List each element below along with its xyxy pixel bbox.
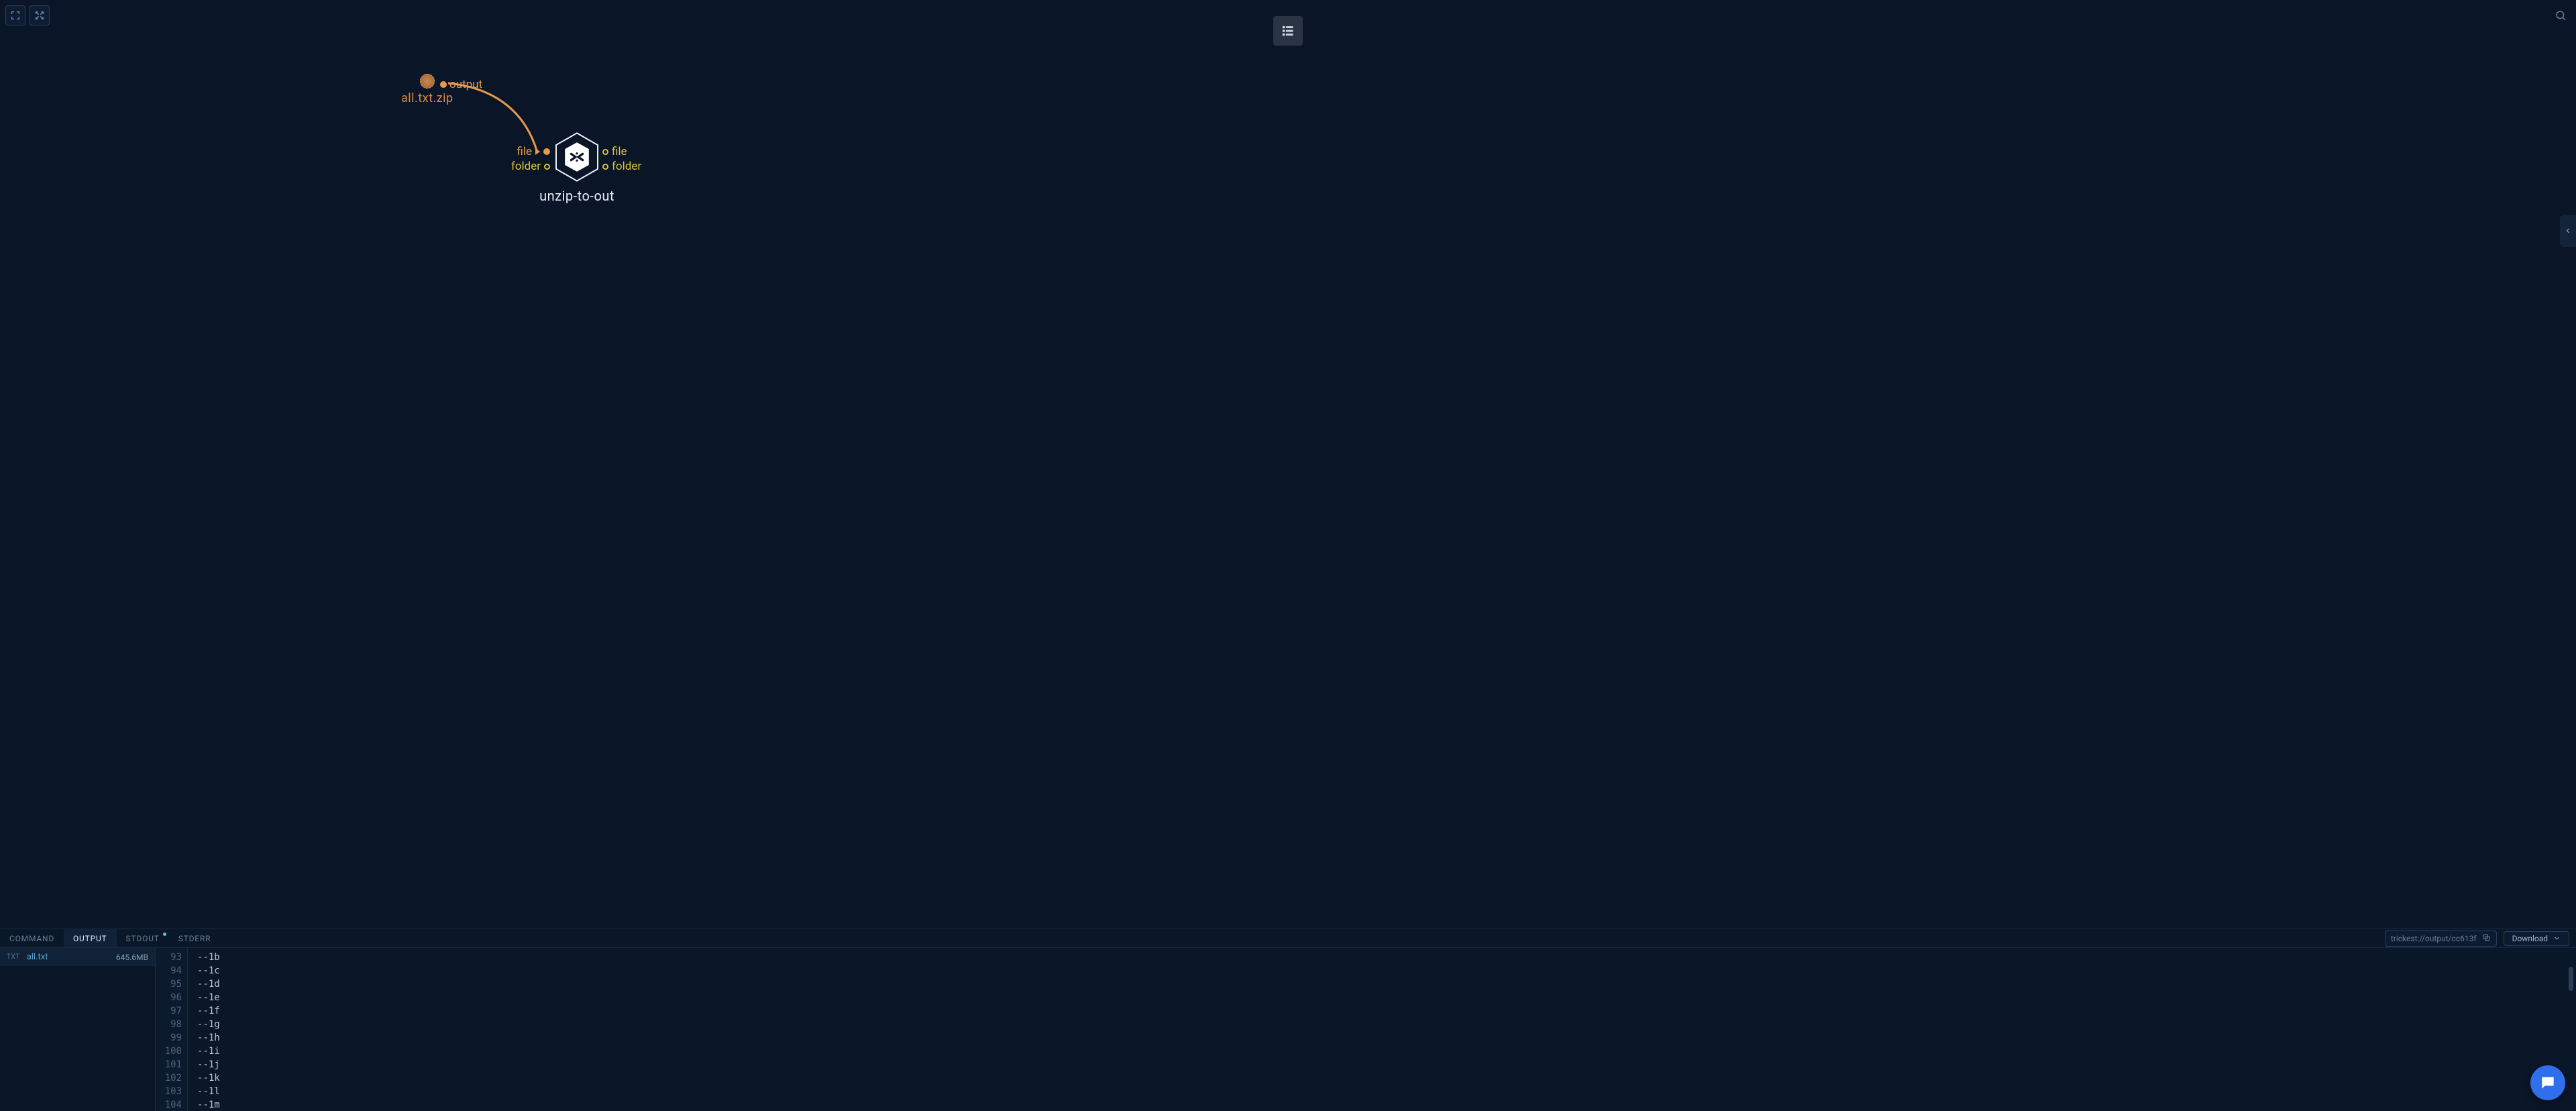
line-gutter: 93949596979899100101102103104105106107 <box>156 948 188 1111</box>
code-view[interactable]: 93949596979899100101102103104105106107 -… <box>156 948 2576 1111</box>
proc-outputs: file folder <box>602 144 641 174</box>
line-number: 94 <box>156 964 182 977</box>
output-path-box[interactable]: trickest://output/cc613f <box>2385 931 2497 947</box>
line-number: 102 <box>156 1071 182 1085</box>
node-all-txt-zip[interactable]: all.txt.zip output <box>401 74 453 105</box>
search-button[interactable] <box>2551 5 2571 25</box>
port-in-folder[interactable]: folder <box>511 160 550 173</box>
proc-inputs: file folder <box>511 144 550 174</box>
code-line: --1h <box>197 1031 220 1045</box>
tabbar-right: trickest://output/cc613f Download <box>2385 929 2576 947</box>
code-lines: --1b--1c--1d--1e--1f--1g--1h--1i--1j--1k… <box>188 948 220 1111</box>
download-label: Download <box>2512 934 2548 943</box>
code-line: --1e <box>197 991 220 1004</box>
chevron-down-icon <box>2553 935 2561 942</box>
proc-node-icon <box>555 131 599 182</box>
fit-view-button[interactable] <box>5 5 25 25</box>
chat-button[interactable] <box>2530 1065 2565 1100</box>
code-line: --1k <box>197 1071 220 1085</box>
code-line: --1j <box>197 1058 220 1071</box>
line-number: 100 <box>156 1045 182 1058</box>
port-ring-icon <box>602 164 608 170</box>
port-ring-icon <box>602 149 608 155</box>
line-number: 101 <box>156 1058 182 1071</box>
output-path: trickest://output/cc613f <box>2391 934 2477 943</box>
port-out-folder[interactable]: folder <box>602 160 641 173</box>
tab-command[interactable]: COMMAND <box>0 929 64 947</box>
code-line: --1m <box>197 1098 220 1111</box>
port-in-folder-label: folder <box>511 160 541 173</box>
toolbar-top-right <box>2551 5 2571 25</box>
right-panel-toggle[interactable] <box>2560 215 2576 247</box>
bottom-panel: COMMAND OUTPUT STDOUT STDERR trickest://… <box>0 929 2576 1111</box>
workflow-canvas[interactable]: all.txt.zip output file folder <box>0 0 2576 929</box>
scrollbar-thumb[interactable] <box>2569 967 2573 991</box>
list-view-button[interactable] <box>1273 16 1303 46</box>
line-number: 103 <box>156 1085 182 1098</box>
proc-node-label: unzip-to-out <box>503 188 651 204</box>
code-line: --1b <box>197 951 220 964</box>
code-line: --1i <box>197 1045 220 1058</box>
port-out-folder-label: folder <box>612 160 641 173</box>
indicator-dot-icon <box>163 933 166 936</box>
file-name: all.txt <box>27 952 109 962</box>
tab-output[interactable]: OUTPUT <box>64 929 117 947</box>
toolbar-top-center <box>1273 16 1303 46</box>
code-line: --1c <box>197 964 220 977</box>
port-output-label: output <box>449 78 482 91</box>
file-node-icon <box>420 74 435 89</box>
port-in-file-label: file <box>517 145 532 158</box>
tab-stderr-label: STDERR <box>178 934 211 943</box>
file-type-badge: TXT <box>7 953 20 961</box>
port-dot-icon <box>440 81 447 88</box>
app-root: all.txt.zip output file folder <box>0 0 2576 1111</box>
code-line: --1l <box>197 1085 220 1098</box>
chevron-left-icon <box>2564 227 2572 235</box>
expand-arrows-icon <box>34 10 45 21</box>
port-output[interactable]: output <box>440 78 482 91</box>
tab-command-label: COMMAND <box>9 934 54 943</box>
triangle-icon <box>535 148 540 155</box>
line-number: 96 <box>156 991 182 1004</box>
search-icon <box>2555 9 2567 21</box>
line-number: 97 <box>156 1004 182 1018</box>
code-line: --1f <box>197 1004 220 1018</box>
fit-view-icon <box>10 10 21 21</box>
download-button[interactable]: Download <box>2504 931 2569 946</box>
panel-body: TXT all.txt 645.6MB 93949596979899100101… <box>0 948 2576 1111</box>
code-line: --1g <box>197 1018 220 1031</box>
file-list: TXT all.txt 645.6MB <box>0 948 156 1111</box>
copy-icon <box>2482 933 2491 942</box>
line-number: 104 <box>156 1098 182 1111</box>
port-in-file[interactable]: file <box>511 145 550 158</box>
port-out-file[interactable]: file <box>602 145 641 158</box>
line-number: 99 <box>156 1031 182 1045</box>
port-ring-icon <box>544 164 550 170</box>
file-row-all-txt[interactable]: TXT all.txt 645.6MB <box>0 948 155 966</box>
file-node-label: all.txt.zip <box>401 91 453 105</box>
tab-stdout-label: STDOUT <box>126 934 160 943</box>
chat-icon <box>2539 1074 2557 1092</box>
line-number: 95 <box>156 977 182 991</box>
tab-bar: COMMAND OUTPUT STDOUT STDERR trickest://… <box>0 929 2576 948</box>
list-icon <box>1281 23 1295 38</box>
tabs: COMMAND OUTPUT STDOUT STDERR <box>0 929 220 947</box>
tab-stdout[interactable]: STDOUT <box>117 929 169 947</box>
port-dot-icon <box>543 148 550 155</box>
line-number: 93 <box>156 951 182 964</box>
expand-button[interactable] <box>30 5 50 25</box>
line-number: 98 <box>156 1018 182 1031</box>
tab-output-label: OUTPUT <box>73 934 107 943</box>
toolbar-top-left <box>5 5 50 25</box>
port-out-file-label: file <box>612 145 627 158</box>
copy-button[interactable] <box>2482 933 2491 944</box>
node-unzip-to-out[interactable]: file folder <box>503 131 651 204</box>
file-size: 645.6MB <box>116 953 148 962</box>
code-line: --1d <box>197 977 220 991</box>
tab-stderr[interactable]: STDERR <box>169 929 221 947</box>
